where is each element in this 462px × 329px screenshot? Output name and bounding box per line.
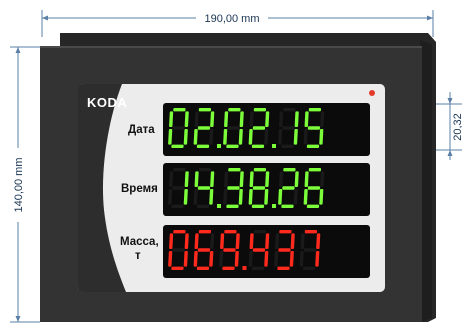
led-segment-g [282, 186, 295, 190]
power-indicator-dot [369, 90, 375, 96]
led-segment-a [228, 108, 241, 112]
led-decimal-point [242, 266, 247, 270]
led-segment-a [228, 168, 241, 172]
led-segment-d [196, 204, 210, 208]
led-segment-g [252, 126, 266, 130]
led-segment-d [302, 266, 316, 270]
height-dimension-label: 140,00 mm [13, 157, 25, 212]
led-segment-a [198, 230, 212, 234]
led-segment-g [172, 126, 185, 130]
led-segment-g [227, 126, 240, 130]
led-segment-a [173, 230, 186, 234]
arrow-left-icon [42, 15, 48, 21]
led-segment-a [173, 168, 186, 172]
led-segment-d [196, 144, 210, 148]
led-segment-d [251, 266, 265, 270]
led-segment-d [251, 144, 265, 148]
led-segment-a [283, 108, 296, 112]
led-segment-d [222, 266, 235, 270]
led-segment-g [223, 248, 236, 252]
width-dimension-label: 190,00 mm [204, 13, 259, 25]
led-segment-g [197, 126, 211, 130]
arrow-row-up-icon [447, 150, 453, 156]
led-segment-g [282, 126, 295, 130]
mass-label: Масса, [120, 236, 159, 248]
led-segment-g [172, 248, 185, 252]
led-decimal-point [272, 144, 276, 148]
led-segment-a [308, 108, 322, 112]
led-segment-d [277, 266, 290, 270]
brand-logo: KODA [87, 95, 127, 110]
led-segment-a [198, 108, 212, 112]
led-segment-g [252, 248, 266, 252]
led-segment-a [304, 230, 318, 234]
led-segment-g [197, 186, 211, 190]
led-segment-d [226, 204, 239, 208]
row-height-dimension-label: 20,32 [452, 113, 462, 141]
led-segment-g [278, 248, 291, 252]
led-decimal-point [272, 204, 276, 208]
led-segment-d [196, 266, 210, 270]
led-decimal-point [217, 204, 221, 208]
arrow-row-down-icon [447, 98, 453, 104]
led-decimal-point [217, 144, 221, 148]
led-segment-g [252, 186, 266, 190]
led-segment-a [308, 168, 322, 172]
led-segment-g [172, 186, 185, 190]
led-segment-g [197, 248, 211, 252]
led-segment-g [307, 186, 321, 190]
arrow-right-icon [427, 15, 433, 21]
led-segment-a [283, 168, 296, 172]
date-label: Дата [128, 124, 155, 136]
led-segment-d [281, 144, 294, 148]
led-segment-a [253, 230, 267, 234]
led-segment-d [171, 144, 184, 148]
housing-edge-highlight [40, 46, 422, 48]
led-segment-d [171, 266, 184, 270]
led-segment-g [303, 248, 317, 252]
led-segment-g [227, 186, 240, 190]
led-segment-a [173, 108, 186, 112]
led-segment-a [224, 230, 237, 234]
led-segment-d [171, 204, 184, 208]
scoreboard-drawing: 190,00 mm 140,00 mm 20,32 KODA Дата Врем… [10, 10, 462, 323]
led-segment-d [281, 204, 294, 208]
mass-unit-label: т [135, 250, 141, 262]
led-segment-a [279, 230, 292, 234]
led-segment-d [306, 204, 320, 208]
led-segment-a [253, 168, 267, 172]
time-label: Время [121, 183, 158, 195]
led-segment-g [307, 126, 321, 130]
arrow-down-icon [15, 316, 21, 322]
led-segment-d [306, 144, 320, 148]
led-segment-a [253, 108, 267, 112]
led-segment-d [226, 144, 239, 148]
led-segment-a [198, 168, 212, 172]
led-segment-d [251, 204, 265, 208]
arrow-up-icon [15, 47, 21, 53]
